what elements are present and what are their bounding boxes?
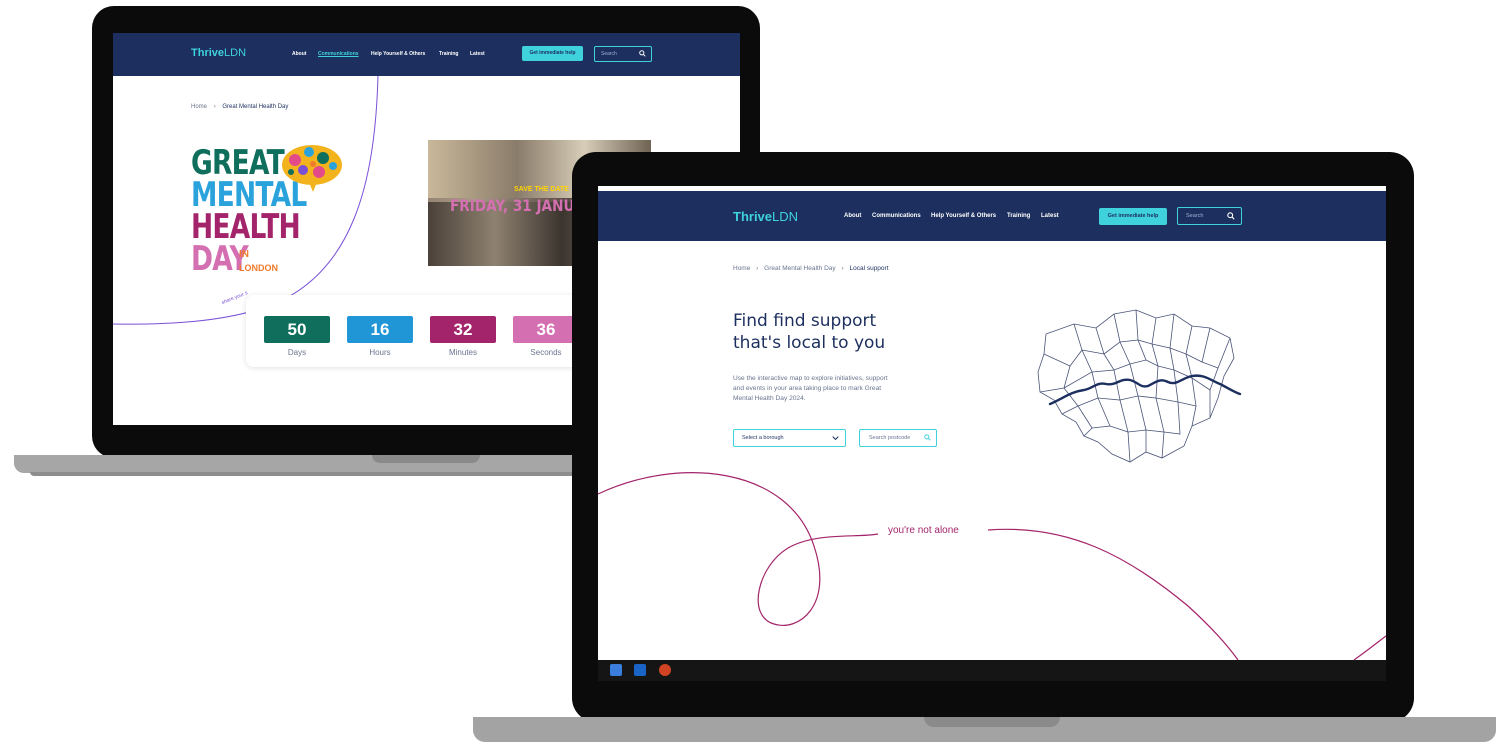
countdown-seconds-value: 36 [513,316,579,343]
great-mental-health-day-logo: GREAT MENTAL HEALTH DAY IN LONDON [191,145,351,286]
countdown-minutes-label: Minutes [448,348,477,357]
file-explorer-icon[interactable] [610,664,622,676]
countdown-days-label: Days [287,348,307,357]
back-laptop-base-shadow [30,472,630,476]
curve-caption: you're not alone [888,525,959,536]
countdown-hours-value: 16 [347,316,413,343]
countdown-card: 50 Days 16 Hours 32 Minutes 36 Seconds [246,295,586,367]
breadcrumb-separator-icon: › [213,104,216,110]
photo-save-the-date: SAVE THE DATE [514,186,569,193]
outlook-icon[interactable] [634,664,646,676]
breadcrumb-current: Great Mental Health Day [222,104,289,110]
back-laptop-notch [372,455,480,463]
front-laptop-notch [924,717,1060,727]
breadcrumb-home[interactable]: Home [191,104,207,110]
back-laptop-base [14,455,638,473]
logo-word-london: LONDON [239,263,278,273]
powerpoint-icon[interactable] [659,664,671,676]
os-taskbar [598,660,1386,681]
countdown-seconds-label: Seconds [530,348,562,357]
logo-word-in: IN [239,249,249,260]
decorative-curve [598,472,1386,660]
breadcrumb: Home › Great Mental Health Day [191,104,288,110]
front-laptop-screen: ThriveLDN About Communications Help Your… [598,186,1386,681]
countdown-days-value: 50 [264,316,330,343]
photo-date-text: FRIDAY, 31 JANUA [450,196,585,215]
countdown-minutes-value: 32 [430,316,496,343]
brain-icon [282,145,342,192]
countdown-hours-label: Hours [369,348,391,357]
